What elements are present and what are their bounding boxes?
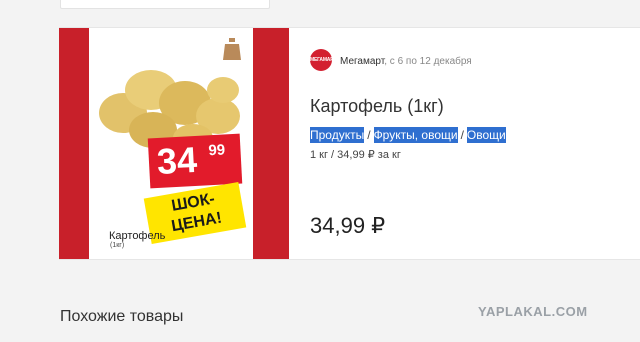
promo-price-badge: 34 99 [147, 133, 243, 189]
store-logo-icon[interactable]: МЕГАМАРТ [310, 49, 336, 71]
category-link-vegetables[interactable]: Овощи [466, 127, 506, 143]
promo-stripe-right [253, 28, 289, 259]
watermark: YAPLAKAL.COM [478, 304, 588, 319]
breadcrumb-separator: / [367, 128, 371, 142]
product-image[interactable]: 34 99 ШОК- ЦЕНА! Картофель (1кг) [59, 28, 289, 259]
offer-dates: , с 6 по 12 декабря [384, 56, 472, 67]
promo-stripe-left [59, 28, 89, 259]
previous-card [60, 0, 270, 9]
unit-price: 1 кг / 34,99 ₽ за кг [310, 149, 401, 161]
store-name-link[interactable]: Мегамарт [340, 56, 384, 67]
similar-products-heading: Похожие товары [60, 308, 184, 325]
weight-icon [223, 38, 241, 60]
promo-price-cents: 99 [208, 141, 226, 160]
product-title: Картофель (1кг) [310, 96, 444, 116]
product-card: 34 99 ШОК- ЦЕНА! Картофель (1кг) МЕГАМАР… [59, 27, 640, 260]
promo-product-name: Картофель [109, 230, 166, 242]
category-breadcrumb: Продукты / Фрукты, овощи / Овощи [310, 127, 506, 143]
promo-product-weight: (1кг) [110, 242, 125, 249]
product-price: 34,99 ₽ [310, 213, 386, 238]
category-link-fruits-vegetables[interactable]: Фрукты, овощи [373, 127, 458, 143]
category-link-products[interactable]: Продукты [310, 127, 365, 143]
breadcrumb-separator: / [460, 128, 464, 142]
promo-price-integer: 34 [155, 138, 199, 182]
store-info: Мегамарт, с 6 по 12 декабря [340, 56, 472, 67]
